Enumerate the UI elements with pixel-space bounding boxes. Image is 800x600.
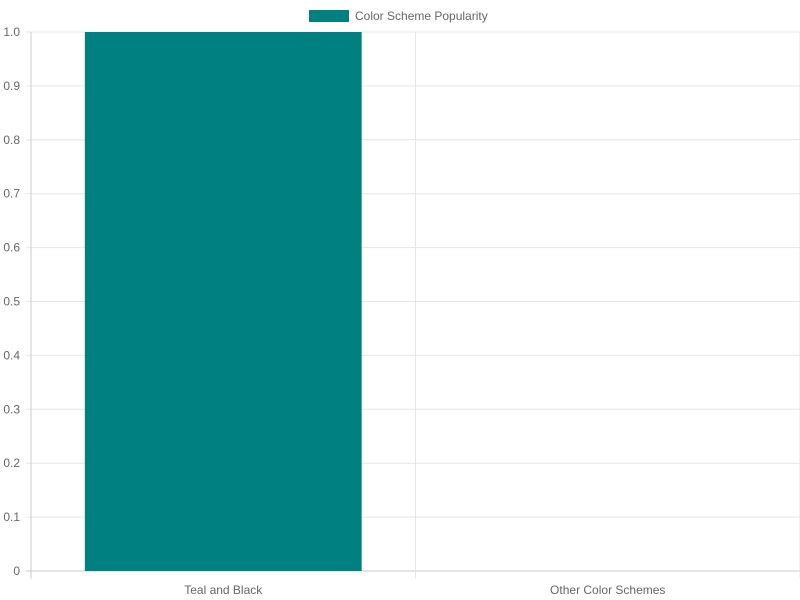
y-tick-label: 0.3 bbox=[3, 402, 20, 416]
x-axis-labels: Teal and Black Other Color Schemes bbox=[184, 583, 665, 597]
bars bbox=[84, 32, 362, 571]
legend[interactable]: Color Scheme Popularity bbox=[309, 9, 488, 23]
y-tick-label: 0 bbox=[13, 564, 20, 578]
y-tick-label: 0.2 bbox=[3, 456, 20, 470]
y-tick-label: 0.7 bbox=[3, 187, 20, 201]
y-tick-label: 0.6 bbox=[3, 241, 20, 255]
y-tick-label: 0.1 bbox=[3, 510, 20, 524]
y-tick-label: 0.5 bbox=[3, 295, 20, 309]
y-axis-ticks: 0 0.1 0.2 0.3 0.4 0.5 0.6 0.7 0.8 0.9 1.0 bbox=[3, 25, 20, 578]
bar bbox=[84, 32, 362, 571]
bar-chart: Color Scheme Popularity 0 0.1 0.2 0.3 0.4 0.5… bbox=[3, 9, 800, 597]
y-tick-label: 1.0 bbox=[3, 25, 20, 39]
y-tick-label: 0.9 bbox=[3, 79, 20, 93]
legend-swatch bbox=[309, 10, 349, 22]
y-tick-label: 0.8 bbox=[3, 133, 20, 147]
y-tick-label: 0.4 bbox=[3, 348, 20, 362]
legend-label: Color Scheme Popularity bbox=[355, 9, 488, 23]
x-category-label: Teal and Black bbox=[184, 583, 263, 597]
x-category-label: Other Color Schemes bbox=[550, 583, 665, 597]
